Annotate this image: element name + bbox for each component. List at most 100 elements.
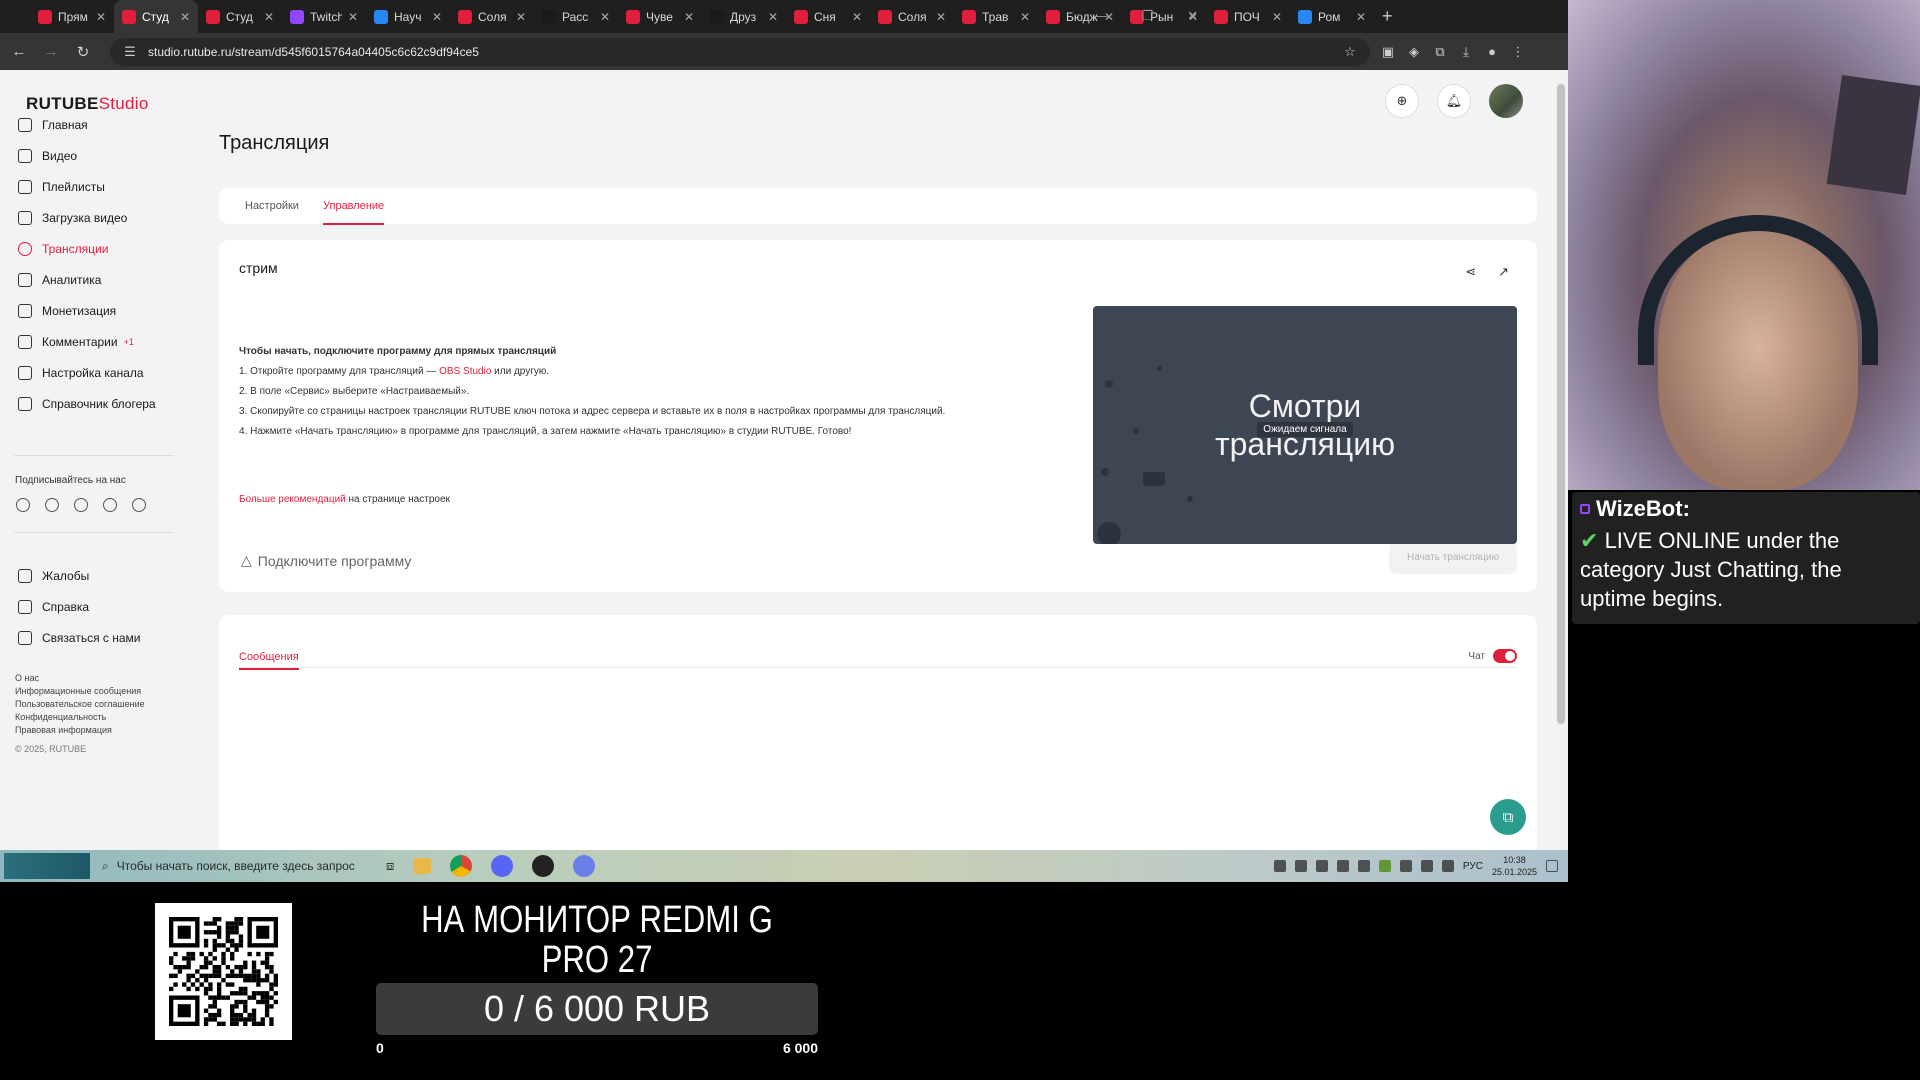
sidebar-item[interactable]: Главная — [18, 115, 88, 135]
support-chat-button[interactable]: ⧉ — [1490, 799, 1526, 835]
browser-tab[interactable]: Чуве ✕ — [618, 0, 702, 33]
minimize-icon[interactable]: — — [1094, 8, 1107, 24]
site-info-icon[interactable]: ☰ — [122, 44, 138, 60]
steam-icon[interactable] — [1357, 860, 1370, 872]
tray-icon[interactable] — [1399, 860, 1412, 872]
tab-settings[interactable]: Настройки — [245, 200, 299, 212]
close-tab-icon[interactable]: ✕ — [516, 10, 526, 24]
browser-tab[interactable]: Трав ✕ — [954, 0, 1038, 33]
new-tab-button[interactable]: + — [1382, 6, 1393, 27]
sidebar-bottom-item[interactable]: Связаться с нами — [18, 628, 140, 648]
discord-icon[interactable] — [491, 855, 514, 877]
app-icon[interactable] — [573, 855, 596, 877]
extension-icon[interactable]: ▣ — [1380, 44, 1396, 60]
sidebar-item[interactable]: Монетизация — [18, 301, 116, 321]
network-icon[interactable] — [1420, 860, 1433, 872]
sidebar-item[interactable]: Трансляции — [18, 239, 108, 259]
footer-link[interactable]: Информационные сообщения — [15, 686, 141, 696]
browser-tab[interactable]: Twitch ✕ — [282, 0, 366, 33]
close-tab-icon[interactable]: ✕ — [1356, 10, 1366, 24]
sidebar-item[interactable]: Комментарии +1 — [18, 332, 134, 352]
close-tab-icon[interactable]: ✕ — [348, 10, 358, 24]
reload-icon[interactable]: ↻ — [72, 43, 94, 61]
open-external-icon[interactable]: ↗ — [1498, 264, 1509, 280]
menu-kebab-icon[interactable]: ⋮ — [1510, 44, 1526, 60]
social-link-icon[interactable] — [74, 498, 88, 512]
social-link-icon[interactable] — [103, 498, 117, 512]
stream-preview[interactable]: Смотри трансляцию Ожидаем сигнала — [1093, 306, 1517, 544]
notifications-icon[interactable] — [1546, 860, 1558, 872]
close-tab-icon[interactable]: ✕ — [684, 10, 694, 24]
volume-icon[interactable] — [1441, 860, 1454, 872]
close-tab-icon[interactable]: ✕ — [180, 10, 190, 24]
rutube-studio-logo[interactable]: RUTUBEStudio — [26, 94, 149, 114]
sidebar-bottom-item[interactable]: Жалобы — [18, 566, 89, 586]
extension-icon-2[interactable]: ◈ — [1406, 44, 1422, 60]
browser-tab[interactable]: Соля ✕ — [450, 0, 534, 33]
language-indicator[interactable]: РУС — [1463, 861, 1483, 872]
task-view-icon[interactable]: ⧈ — [386, 858, 394, 874]
page-scrollbar[interactable] — [1554, 70, 1568, 850]
maximize-icon[interactable]: ❐ — [1141, 8, 1153, 24]
chrome-icon[interactable] — [450, 855, 473, 877]
close-tab-icon[interactable]: ✕ — [768, 10, 778, 24]
chat-toggle[interactable] — [1493, 649, 1517, 663]
browser-tab[interactable]: Науч ✕ — [366, 0, 450, 33]
close-tab-icon[interactable]: ✕ — [1272, 10, 1282, 24]
more-recommendations-link[interactable]: Больше рекомендаций — [239, 494, 346, 505]
sidebar-bottom-item[interactable]: Справка — [18, 597, 89, 617]
scrollbar-thumb[interactable] — [1557, 84, 1565, 724]
nvidia-icon[interactable] — [1378, 860, 1391, 872]
browser-tab[interactable]: Сня ✕ — [786, 0, 870, 33]
browser-tab[interactable]: Друз ✕ — [702, 0, 786, 33]
browser-tab[interactable]: ПОЧ ✕ — [1206, 0, 1290, 33]
avatar[interactable] — [1489, 84, 1523, 118]
bell-icon[interactable]: 🔔︎ — [1437, 84, 1471, 118]
tab-management[interactable]: Управление — [323, 200, 385, 225]
social-link-icon[interactable] — [16, 498, 30, 512]
close-tab-icon[interactable]: ✕ — [852, 10, 862, 24]
sidebar-item[interactable]: Справочник блогера — [18, 394, 156, 414]
sidebar-item[interactable]: Аналитика — [18, 270, 101, 290]
footer-link[interactable]: Пользовательское соглашение — [15, 699, 145, 709]
sidebar-item[interactable]: Загрузка видео — [18, 208, 127, 228]
share-icon[interactable]: ⋖ — [1465, 264, 1476, 280]
footer-link[interactable]: О нас — [15, 673, 39, 683]
back-icon[interactable]: ← — [8, 43, 30, 60]
close-tab-icon[interactable]: ✕ — [600, 10, 610, 24]
footer-link[interactable]: Конфиденциальность — [15, 712, 106, 722]
close-window-icon[interactable]: ✕ — [1187, 8, 1198, 24]
start-button[interactable] — [4, 853, 90, 879]
sidebar-item[interactable]: Видео — [18, 146, 77, 166]
sidebar-item[interactable]: Настройка канала — [18, 363, 144, 383]
social-link-icon[interactable] — [132, 498, 146, 512]
obs-icon[interactable] — [532, 855, 555, 877]
extensions-puzzle-icon[interactable]: ⧉ — [1432, 44, 1448, 60]
close-tab-icon[interactable]: ✕ — [432, 10, 442, 24]
taskbar-search[interactable]: ⌕ Чтобы начать поиск, введите здесь запр… — [102, 859, 372, 874]
close-tab-icon[interactable]: ✕ — [1020, 10, 1030, 24]
close-tab-icon[interactable]: ✕ — [936, 10, 946, 24]
browser-tab[interactable]: Расс ✕ — [534, 0, 618, 33]
browser-tab[interactable]: Соля ✕ — [870, 0, 954, 33]
obs-studio-link[interactable]: OBS Studio — [439, 366, 491, 377]
browser-tab[interactable]: Студ ✕ — [198, 0, 282, 33]
footer-link[interactable]: Правовая информация — [15, 725, 112, 735]
download-icon[interactable]: ⤓ — [1458, 44, 1474, 60]
tray-icon[interactable] — [1336, 860, 1349, 872]
browser-tab[interactable]: Прям ✕ — [30, 0, 114, 33]
file-explorer-icon[interactable] — [413, 858, 432, 874]
bookmark-star-icon[interactable]: ☆ — [1342, 44, 1358, 60]
profile-icon[interactable]: ● — [1484, 44, 1500, 60]
create-icon[interactable]: ⊕ — [1385, 84, 1419, 118]
browser-tab[interactable]: Ром ✕ — [1290, 0, 1374, 33]
taskbar-clock[interactable]: 10:38 25.01.2025 — [1492, 854, 1537, 878]
tray-icon[interactable] — [1315, 860, 1328, 872]
close-tab-icon[interactable]: ✕ — [96, 10, 106, 24]
close-tab-icon[interactable]: ✕ — [264, 10, 274, 24]
forward-icon[interactable]: → — [40, 43, 62, 60]
start-stream-button[interactable]: Начать трансляцию — [1389, 540, 1517, 574]
tab-messages[interactable]: Сообщения — [239, 651, 299, 670]
tray-icon[interactable] — [1294, 860, 1307, 872]
social-link-icon[interactable] — [45, 498, 59, 512]
